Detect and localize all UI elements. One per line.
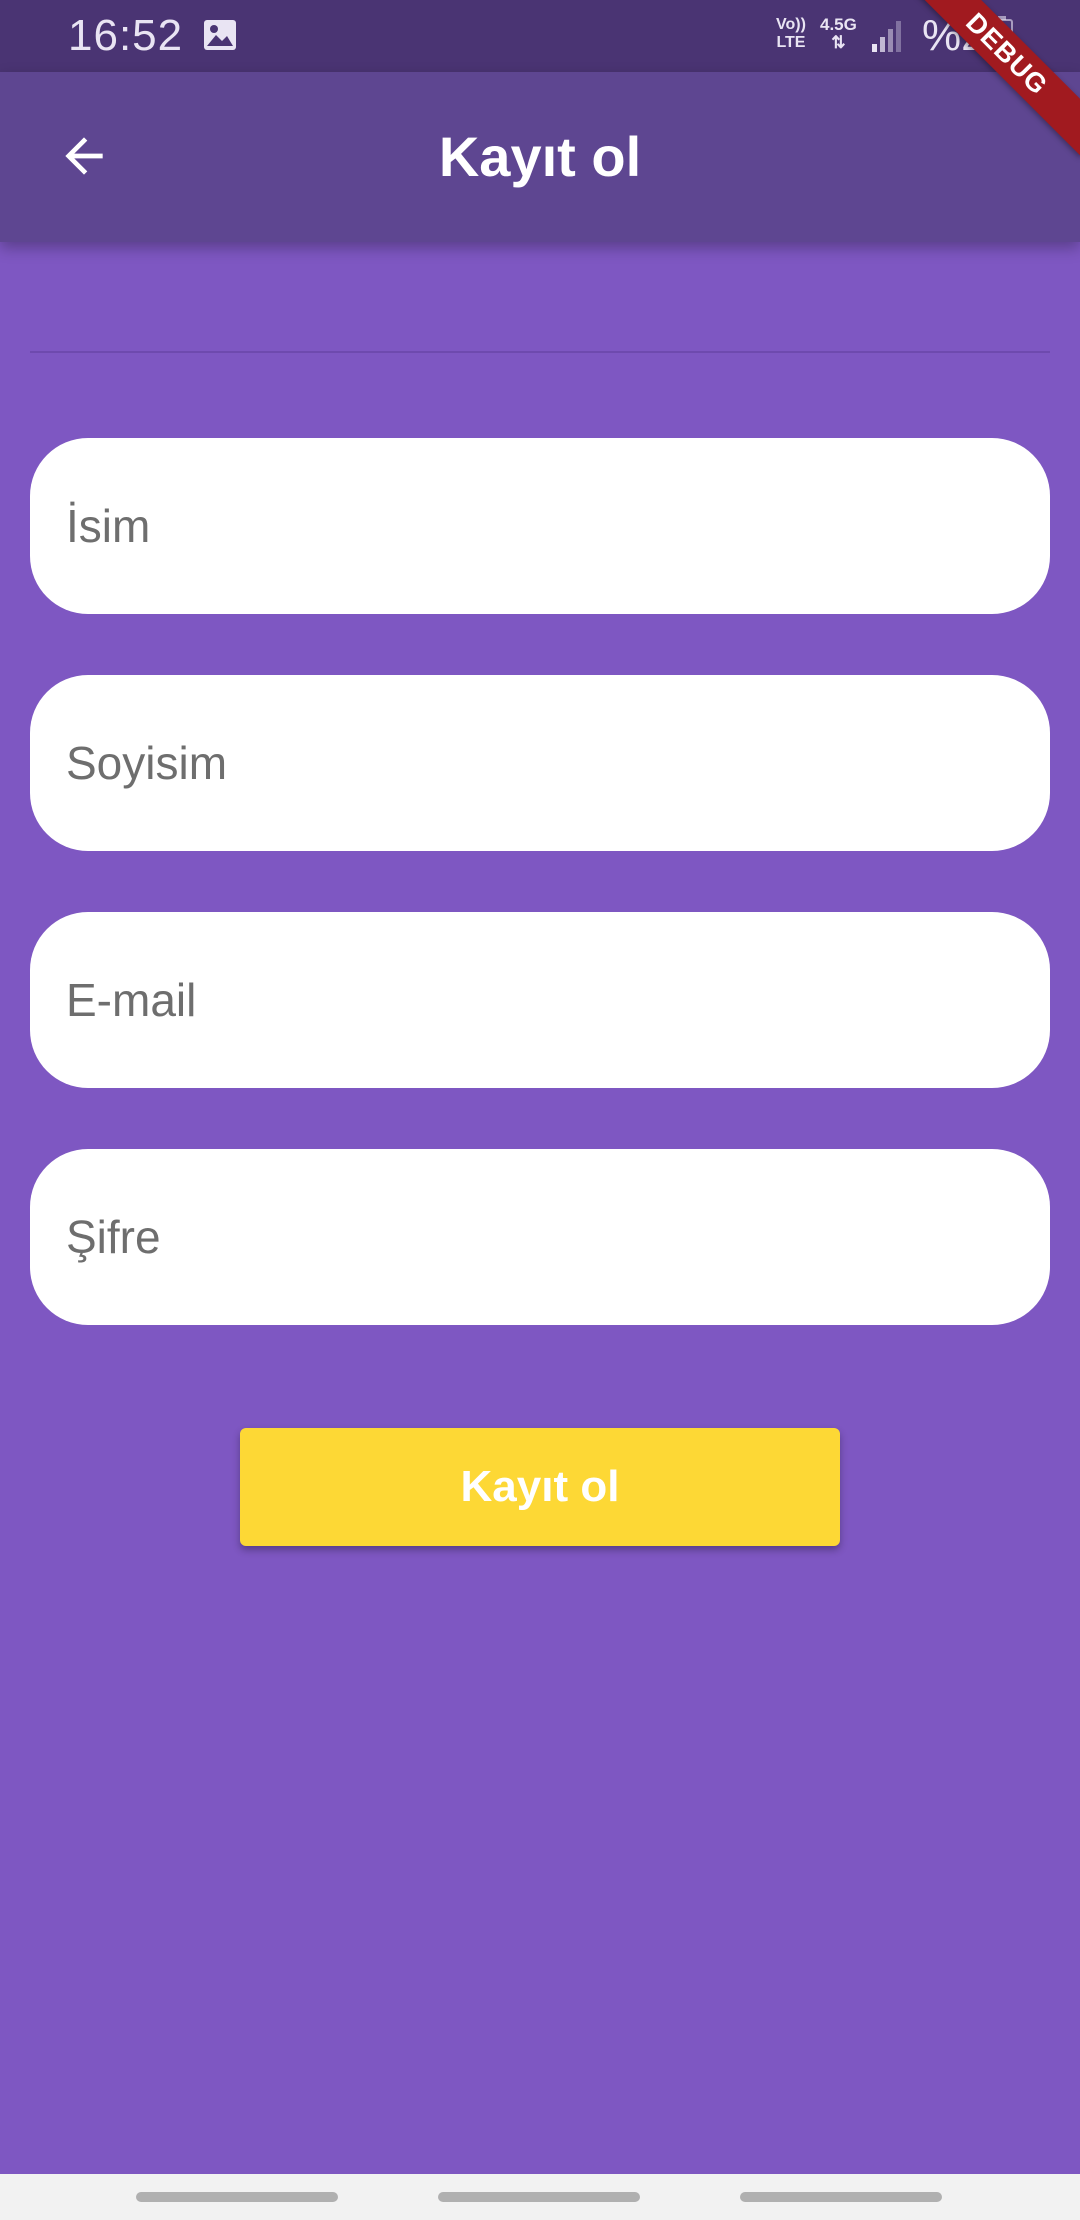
status-bar: 16:52 Vo)) LTE 4.5G ⇅ %2 bbox=[0, 0, 1080, 72]
password-field-container bbox=[30, 1149, 1050, 1325]
nav-home-handle[interactable] bbox=[438, 2192, 640, 2202]
page-title: Kayıt ol bbox=[438, 125, 642, 188]
surname-input[interactable] bbox=[66, 675, 1006, 851]
app-bar: Kayıt ol bbox=[0, 72, 1080, 242]
navigation-bar bbox=[0, 2174, 1080, 2220]
divider bbox=[30, 351, 1050, 353]
email-input[interactable] bbox=[66, 912, 1006, 1088]
signal-icon bbox=[872, 21, 901, 52]
network-lte-label: LTE bbox=[776, 34, 806, 51]
name-field-container bbox=[30, 438, 1050, 614]
signup-button[interactable]: Kayıt ol bbox=[240, 1428, 840, 1546]
data-type-label: 4.5G bbox=[820, 15, 857, 34]
name-input[interactable] bbox=[66, 438, 1006, 614]
status-time: 16:52 bbox=[68, 11, 184, 60]
nav-recents-handle[interactable] bbox=[136, 2192, 338, 2202]
nav-back-handle[interactable] bbox=[740, 2192, 942, 2202]
email-field-container bbox=[30, 912, 1050, 1088]
password-input[interactable] bbox=[66, 1149, 1006, 1325]
gallery-icon bbox=[204, 20, 236, 50]
data-type-indicator: 4.5G ⇅ bbox=[820, 16, 857, 52]
data-arrows-icon: ⇅ bbox=[831, 33, 846, 52]
signup-screen: 16:52 Vo)) LTE 4.5G ⇅ %2 Kayıt ol DEBUG … bbox=[0, 0, 1080, 2220]
network-indicator: Vo)) LTE bbox=[776, 16, 806, 52]
network-volte-label: Vo)) bbox=[776, 16, 806, 33]
surname-field-container bbox=[30, 675, 1050, 851]
